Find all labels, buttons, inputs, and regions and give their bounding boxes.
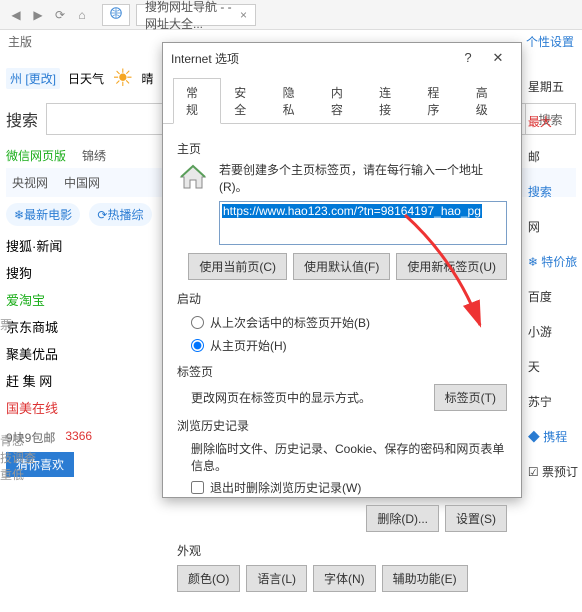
status-right[interactable]: 个性设置 <box>526 33 574 50</box>
r-mail: 邮 <box>528 148 578 165</box>
close-icon[interactable]: × <box>240 8 247 22</box>
homepage-desc: 若要创建多个主页标签页，请在每行输入一个地址(R)。 <box>219 161 507 195</box>
startup-group: 启动 <box>177 290 507 307</box>
tabs-desc: 更改网页在标签页中的显示方式。 <box>191 387 371 408</box>
tab-title: 搜狗网址导航 - - 网址大全... <box>145 0 234 32</box>
tab-content[interactable]: 内容 <box>318 78 366 124</box>
r-search[interactable]: 搜索 <box>528 183 578 200</box>
startup-homepage-radio[interactable] <box>191 339 204 352</box>
date-label: 日天气 <box>68 70 104 87</box>
home-button[interactable]: ⌂ <box>72 5 92 25</box>
tab-privacy[interactable]: 隐私 <box>270 78 318 124</box>
hot-pill[interactable]: ⟳ 热播综 <box>89 203 151 226</box>
startup-lastsession-radio[interactable] <box>191 316 204 329</box>
homepage-url-input[interactable]: https://www.hao123.com/?tn=98164197_hao_… <box>219 201 507 245</box>
r-suning[interactable]: 苏宁 <box>528 393 578 410</box>
r-ticket[interactable]: ☑ 票预订 <box>528 463 578 480</box>
forward-button[interactable]: ▶ <box>28 5 48 25</box>
tab-general[interactable]: 常规 <box>173 78 221 124</box>
search-label: 搜索 <box>6 107 38 131</box>
use-default-button[interactable]: 使用默认值(F) <box>293 253 390 280</box>
globe-icon <box>109 6 123 23</box>
color-button[interactable]: 颜色(O) <box>177 565 240 592</box>
tabs-group: 标签页 <box>177 363 507 380</box>
r-max: 最大 <box>528 113 578 130</box>
use-current-button[interactable]: 使用当前页(C) <box>188 253 287 280</box>
url-bar[interactable] <box>102 4 130 26</box>
dialog-title: Internet 选项 <box>171 50 239 67</box>
browser-tab[interactable]: 搜狗网址导航 - - 网址大全... × <box>136 4 256 26</box>
sun-icon: ☀ <box>112 64 134 93</box>
r-sky[interactable]: 天 <box>528 358 578 375</box>
startup-opt1-label: 从上次会话中的标签页开始(B) <box>210 314 370 331</box>
tab-connection[interactable]: 连接 <box>366 78 414 124</box>
r-travel[interactable]: ❄ 特价旅 <box>528 253 578 270</box>
r-net[interactable]: 网 <box>528 218 578 235</box>
settings-button[interactable]: 设置(S) <box>445 505 507 532</box>
left-b[interactable]: 青感 <box>0 432 36 449</box>
close-button[interactable]: ✕ <box>483 50 513 66</box>
status-left: 主版 <box>8 33 32 50</box>
tab-programs[interactable]: 程序 <box>414 78 462 124</box>
internet-options-dialog: Internet 选项 ? ✕ 常规 安全 隐私 内容 连接 程序 高级 主页 … <box>162 42 522 498</box>
delete-button[interactable]: 删除(D)... <box>366 505 439 532</box>
font-button[interactable]: 字体(N) <box>313 565 376 592</box>
movie-pill[interactable]: ❄ 最新电影 <box>6 203 80 226</box>
r-ctrip[interactable]: ◆ 携程 <box>528 428 578 445</box>
startup-opt2-label: 从主页开始(H) <box>210 337 287 354</box>
tab-security[interactable]: 安全 <box>221 78 269 124</box>
accessibility-button[interactable]: 辅助功能(E) <box>382 565 468 592</box>
subnav-b[interactable]: 锦绣 <box>82 147 106 164</box>
tabs-button[interactable]: 标签页(T) <box>434 384 507 411</box>
back-button[interactable]: ◀ <box>6 5 26 25</box>
tab-advanced[interactable]: 高级 <box>463 78 511 124</box>
language-button[interactable]: 语言(L) <box>246 565 307 592</box>
refresh-button[interactable]: ⟳ <box>50 5 70 25</box>
stat-b[interactable]: 3366 <box>65 429 92 446</box>
left-c[interactable]: 技调查 <box>0 449 36 466</box>
left-a[interactable]: 票 <box>0 316 12 333</box>
weekday: 星期五 <box>528 78 578 95</box>
delete-on-exit-label: 退出时删除浏览历史记录(W) <box>210 479 361 496</box>
help-button[interactable]: ? <box>453 50 483 66</box>
delete-on-exit-checkbox[interactable] <box>191 481 204 494</box>
china-link[interactable]: 中国网 <box>64 174 100 191</box>
left-d[interactable]: 重低 <box>0 466 36 483</box>
r-baidu[interactable]: 百度 <box>528 288 578 305</box>
use-newtab-button[interactable]: 使用新标签页(U) <box>396 253 507 280</box>
homepage-group: 主页 <box>177 140 507 157</box>
cctv-link[interactable]: 央视网 <box>12 174 48 191</box>
history-desc: 删除临时文件、历史记录、Cookie、保存的密码和网页表单信息。 <box>191 438 507 476</box>
city-badge[interactable]: 州 [更改] <box>6 68 60 89</box>
weather-cond: 晴 <box>142 70 154 87</box>
house-icon <box>177 161 209 193</box>
history-group: 浏览历史记录 <box>177 417 507 434</box>
appearance-group: 外观 <box>177 542 507 559</box>
r-game[interactable]: 小游 <box>528 323 578 340</box>
wechat-link[interactable]: 微信网页版 <box>6 147 66 164</box>
